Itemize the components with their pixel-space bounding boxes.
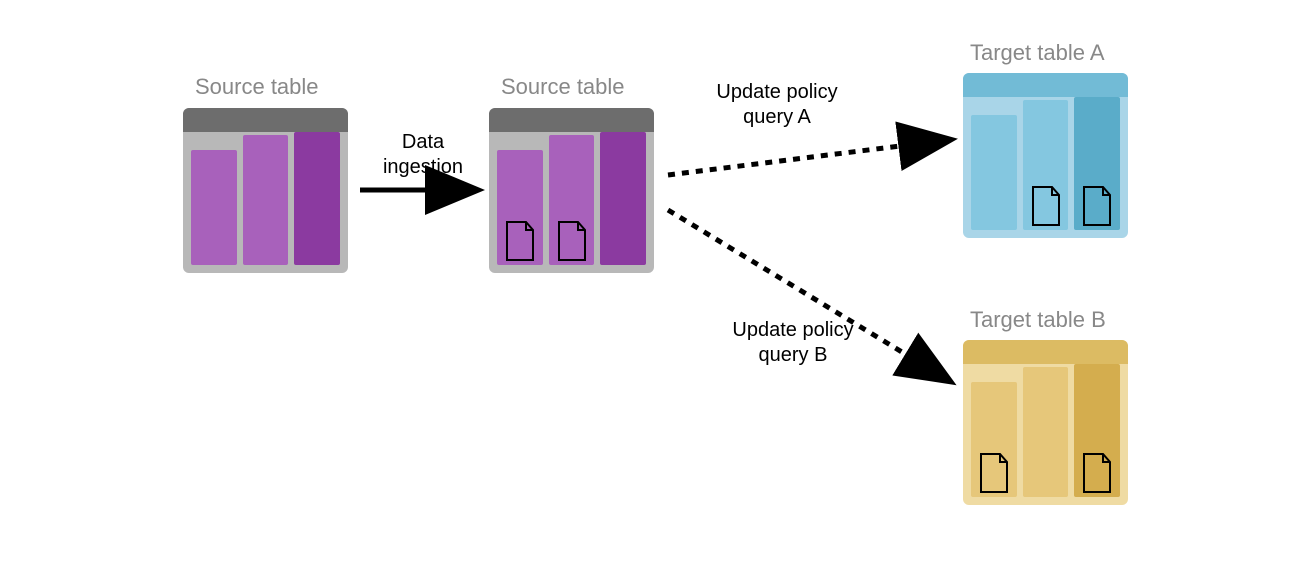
table-header-band bbox=[963, 73, 1128, 97]
table-column bbox=[549, 135, 595, 265]
document-icon bbox=[978, 453, 1010, 493]
table-column bbox=[971, 115, 1017, 230]
update-policy-a-label: Update policy query A bbox=[702, 80, 852, 130]
source-table-2-label: Source table bbox=[501, 74, 625, 100]
table-column bbox=[600, 132, 646, 265]
table-column bbox=[1074, 97, 1120, 230]
label-line: ingestion bbox=[383, 156, 463, 178]
document-icon bbox=[1081, 186, 1113, 226]
source-table-1-label: Source table bbox=[195, 74, 319, 100]
label-line: query A bbox=[743, 106, 811, 128]
document-icon bbox=[1030, 186, 1062, 226]
table-header-band bbox=[963, 340, 1128, 364]
source-table-1 bbox=[183, 108, 348, 273]
target-table-a bbox=[963, 73, 1128, 238]
table-column bbox=[971, 382, 1017, 497]
label-line: Update policy bbox=[732, 319, 853, 341]
policy-a-arrow bbox=[668, 140, 948, 175]
table-header-band bbox=[489, 108, 654, 132]
table-column bbox=[191, 150, 237, 265]
update-policy-b-label: Update policy query B bbox=[718, 318, 868, 368]
target-table-b bbox=[963, 340, 1128, 505]
table-column bbox=[1074, 364, 1120, 497]
label-line: Data bbox=[402, 131, 444, 153]
data-ingestion-label: Data ingestion bbox=[368, 130, 478, 180]
label-line: query B bbox=[759, 344, 828, 366]
document-icon bbox=[556, 221, 588, 261]
table-column bbox=[243, 135, 289, 265]
source-table-2 bbox=[489, 108, 654, 273]
target-table-b-label: Target table B bbox=[970, 307, 1106, 333]
target-table-a-label: Target table A bbox=[970, 40, 1105, 66]
table-column bbox=[1023, 367, 1069, 497]
table-header-band bbox=[183, 108, 348, 132]
table-column bbox=[497, 150, 543, 265]
table-column bbox=[294, 132, 340, 265]
document-icon bbox=[1081, 453, 1113, 493]
table-column bbox=[1023, 100, 1069, 230]
label-line: Update policy bbox=[716, 81, 837, 103]
document-icon bbox=[504, 221, 536, 261]
